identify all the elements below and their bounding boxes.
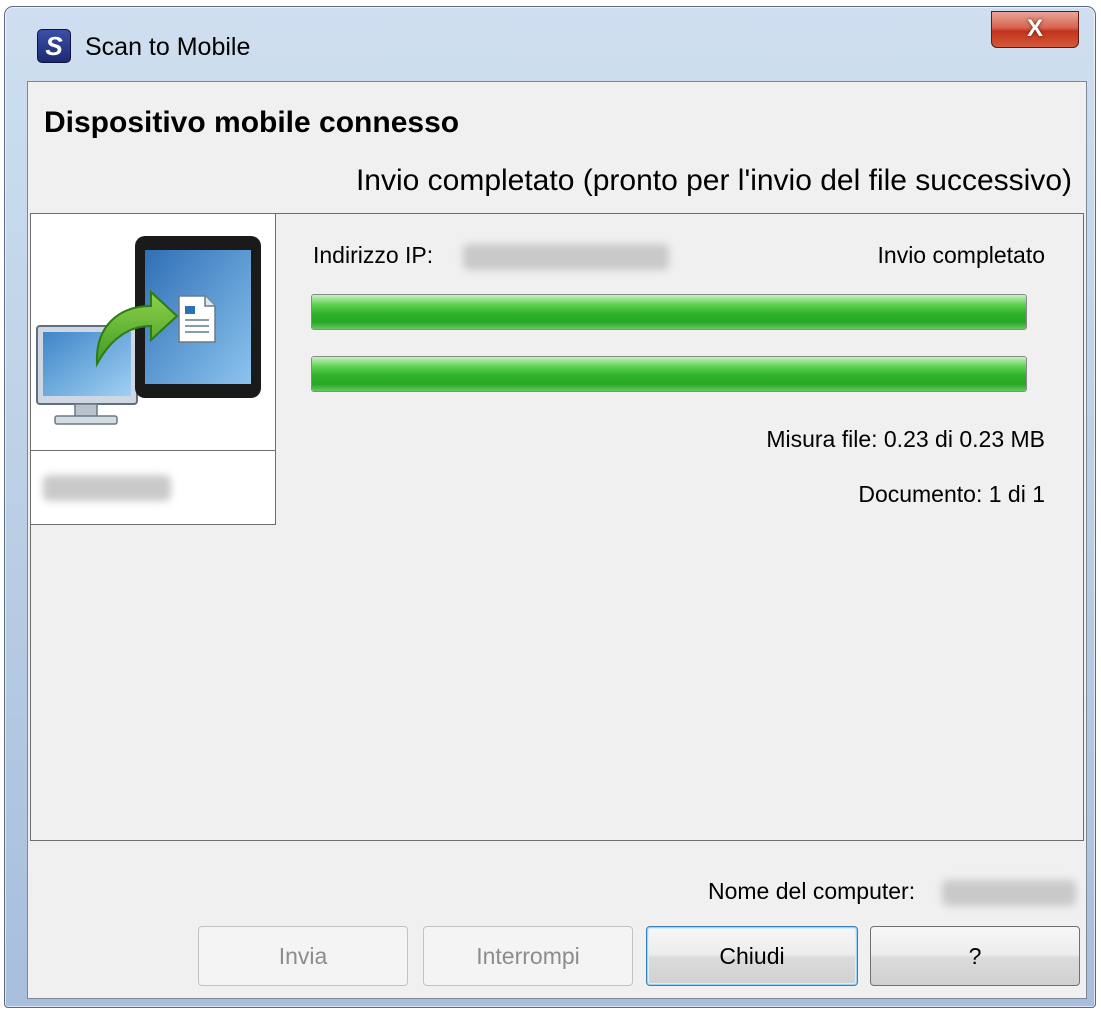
computer-to-tablet-transfer-icon	[36, 236, 261, 425]
dialog-window: S Scan to Mobile X Dispositivo mobile co…	[4, 6, 1096, 1008]
header-area: Dispositivo mobile connesso Invio comple…	[28, 82, 1086, 212]
window-title: Scan to Mobile	[85, 33, 251, 61]
close-window-button[interactable]: X	[991, 11, 1079, 48]
device-name-redacted	[43, 475, 171, 501]
device-image-box	[31, 214, 276, 451]
computer-name-redacted	[942, 880, 1076, 906]
send-status-text: Invio completato	[877, 242, 1045, 268]
dialog-client-area: Dispositivo mobile connesso Invio comple…	[27, 81, 1087, 999]
computer-name-label: Nome del computer:	[708, 878, 916, 904]
stop-button[interactable]: Interrompi	[423, 926, 633, 986]
title-bar[interactable]: S Scan to Mobile X	[5, 7, 1095, 87]
status-message: Invio completato (pronto per l'invio del…	[355, 164, 1072, 197]
app-icon: S	[37, 29, 71, 63]
send-button[interactable]: Invia	[198, 926, 408, 986]
file-progress-fill	[312, 295, 1026, 329]
ip-address-label: Indirizzo IP:	[313, 242, 434, 268]
close-button[interactable]: Chiudi	[646, 926, 858, 986]
connection-title: Dispositivo mobile connesso	[44, 106, 460, 139]
document-count-text: Documento: 1 di 1	[858, 481, 1045, 507]
help-button[interactable]: ?	[870, 926, 1080, 986]
device-name-box	[31, 451, 276, 525]
overall-progress-fill	[312, 357, 1026, 391]
file-size-text: Misura file: 0.23 di 0.23 MB	[766, 426, 1045, 452]
ip-address-redacted	[463, 244, 669, 270]
transfer-panel: Indirizzo IP: Invio completato Misura fi…	[30, 213, 1084, 841]
file-progress-bar	[311, 294, 1027, 330]
overall-progress-bar	[311, 356, 1027, 392]
